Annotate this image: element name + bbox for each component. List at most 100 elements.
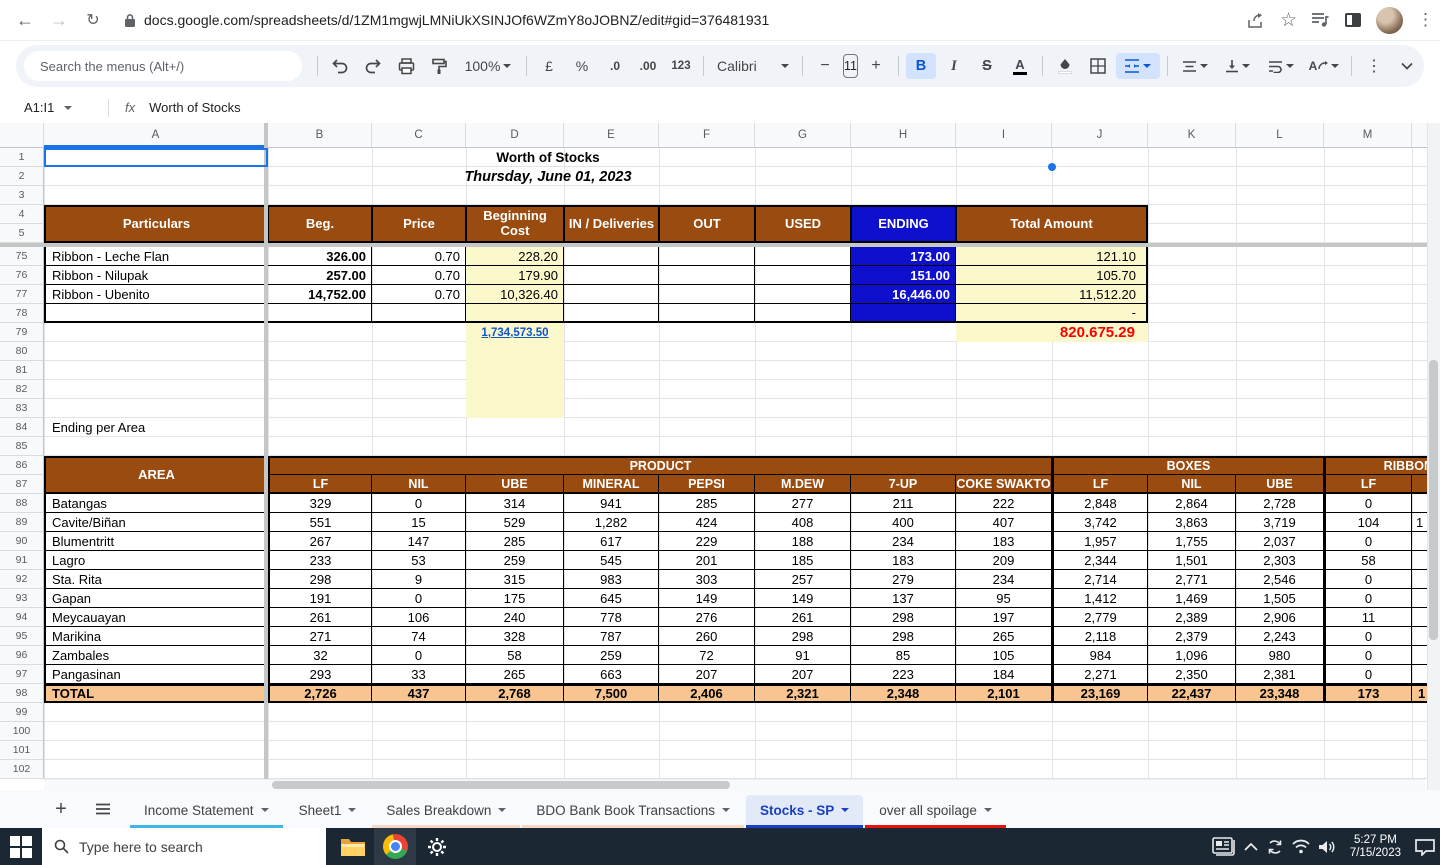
news-widgets-icon[interactable] <box>1212 837 1236 856</box>
cell-I77[interactable]: 11,512.20 <box>956 285 1148 304</box>
cell-B78[interactable] <box>268 304 372 323</box>
cell-A76[interactable]: Ribbon - Nilupak <box>44 266 268 285</box>
cell-r96-c6[interactable]: 91 <box>755 646 851 665</box>
cell-r97-c9[interactable]: 2,271 <box>1052 665 1148 684</box>
sub-header-4-mineral[interactable]: MINERAL <box>564 475 659 494</box>
cell-r90-c10[interactable]: 1,755 <box>1148 532 1236 551</box>
cell-r92-c4[interactable]: 983 <box>564 570 659 589</box>
cell-r91-c12[interactable]: 58 <box>1324 551 1412 570</box>
cell-G75[interactable] <box>755 247 851 266</box>
cell-E76[interactable] <box>564 266 659 285</box>
cell-r89-c9[interactable]: 3,742 <box>1052 513 1148 532</box>
cell-r93-c12[interactable]: 0 <box>1324 589 1412 608</box>
cell-r97-c5[interactable]: 207 <box>659 665 755 684</box>
cell-r95-c8[interactable]: 265 <box>956 627 1052 646</box>
row-header-91[interactable]: 91 <box>0 551 44 570</box>
url-bar[interactable]: docs.google.com/spreadsheets/d/1ZM1mgwjL… <box>124 12 769 28</box>
row-header-96[interactable]: 96 <box>0 646 44 665</box>
row-header-3[interactable]: 3 <box>0 186 44 205</box>
sub-header-10-nil[interactable]: NIL <box>1148 475 1236 494</box>
italic-button[interactable]: I <box>939 53 969 79</box>
cell-r96-c11[interactable]: 980 <box>1236 646 1324 665</box>
cell-r93-c10[interactable]: 1,469 <box>1148 589 1236 608</box>
stock-header-particulars[interactable]: Particulars <box>44 205 268 243</box>
cell-r97-c12[interactable]: 0 <box>1324 665 1412 684</box>
cell-r93-c6[interactable]: 149 <box>755 589 851 608</box>
area-cell-Cavite-Bi-an[interactable]: Cavite/Biñan <box>44 513 268 532</box>
row-header-77[interactable]: 77 <box>0 285 44 304</box>
volume-icon[interactable] <box>1318 839 1337 855</box>
row-header-93[interactable]: 93 <box>0 589 44 608</box>
cell-r97-c3[interactable]: 265 <box>466 665 564 684</box>
cell-r97-c1[interactable]: 293 <box>268 665 372 684</box>
row-header-85[interactable]: 85 <box>0 437 44 456</box>
cell-I76[interactable]: 105.70 <box>956 266 1148 285</box>
cell-E75[interactable] <box>564 247 659 266</box>
cell-D78[interactable] <box>466 304 564 323</box>
fill-color-icon[interactable] <box>1050 53 1080 79</box>
cell-r95-c7[interactable]: 298 <box>851 627 956 646</box>
column-header-L[interactable]: L <box>1236 123 1324 148</box>
row-header-86[interactable]: 86 <box>0 456 44 475</box>
row-header-79[interactable]: 79 <box>0 323 44 342</box>
cell-r95-c6[interactable]: 298 <box>755 627 851 646</box>
cell-r92-c9[interactable]: 2,714 <box>1052 570 1148 589</box>
row-header-101[interactable]: 101 <box>0 741 44 760</box>
action-center-icon[interactable] <box>1414 838 1436 856</box>
cell-r91-c5[interactable]: 201 <box>659 551 755 570</box>
cell-r89-c1[interactable]: 551 <box>268 513 372 532</box>
cell-r90-c12[interactable]: 0 <box>1324 532 1412 551</box>
cell-r89-c3[interactable]: 529 <box>466 513 564 532</box>
redo-icon[interactable] <box>358 53 388 79</box>
cell-r91-c8[interactable]: 209 <box>956 551 1052 570</box>
cell-r91-c2[interactable]: 53 <box>372 551 466 570</box>
cell-r89-c7[interactable]: 400 <box>851 513 956 532</box>
cell-r88-c12[interactable]: 0 <box>1324 494 1412 513</box>
cell-r93-c11[interactable]: 1,505 <box>1236 589 1324 608</box>
total-cell-c3[interactable]: 2,768 <box>466 684 564 703</box>
column-header-J[interactable]: J <box>1052 123 1148 148</box>
area-cell-Zambales[interactable]: Zambales <box>44 646 268 665</box>
cell-r89-c10[interactable]: 3,863 <box>1148 513 1236 532</box>
cell-G76[interactable] <box>755 266 851 285</box>
area-cell-Sta-Rita[interactable]: Sta. Rita <box>44 570 268 589</box>
cell-r89-c12[interactable]: 104 <box>1324 513 1412 532</box>
cell-r95-c5[interactable]: 260 <box>659 627 755 646</box>
cell-r95-c1[interactable]: 271 <box>268 627 372 646</box>
cell-H76[interactable]: 151.00 <box>851 266 956 285</box>
area-corner-header[interactable]: AREA <box>44 456 268 494</box>
cell-r96-c7[interactable]: 85 <box>851 646 956 665</box>
column-header-K[interactable]: K <box>1148 123 1236 148</box>
sub-header-3-ube[interactable]: UBE <box>466 475 564 494</box>
sheet-tab-stocks-sp[interactable]: Stocks - SP <box>746 795 864 829</box>
cell-A75[interactable]: Ribbon - Leche Flan <box>44 247 268 266</box>
cell-r92-c8[interactable]: 234 <box>956 570 1052 589</box>
column-header-D[interactable]: D <box>466 123 564 148</box>
cell-r97-c11[interactable]: 2,381 <box>1236 665 1324 684</box>
area-cell-Batangas[interactable]: Batangas <box>44 494 268 513</box>
cell-r89-c11[interactable]: 3,719 <box>1236 513 1324 532</box>
browser-menu-icon[interactable]: ⋮ <box>1417 10 1434 30</box>
cell-r96-c1[interactable]: 32 <box>268 646 372 665</box>
text-rotation-icon[interactable]: A <box>1304 53 1344 79</box>
cell-r91-c7[interactable]: 183 <box>851 551 956 570</box>
column-header-H[interactable]: H <box>851 123 956 148</box>
group-header-ribbons[interactable]: RIBBONS <box>1324 456 1440 475</box>
file-explorer-icon[interactable] <box>332 828 374 865</box>
cell-C77[interactable]: 0.70 <box>372 285 466 304</box>
sheet-tab-income-statement[interactable]: Income Statement <box>130 795 283 829</box>
column-header-M[interactable]: M <box>1324 123 1412 148</box>
taskbar-search-input[interactable]: Type here to search <box>42 828 326 865</box>
h-scrollbar-thumb[interactable] <box>272 781 730 789</box>
stock-header-price[interactable]: Price <box>372 205 466 243</box>
format-currency-icon[interactable]: £ <box>534 53 564 79</box>
total-row-label[interactable]: TOTAL <box>44 684 268 703</box>
sheet-tab-menu-icon[interactable] <box>722 808 731 812</box>
decrease-decimal-icon[interactable]: .0 <box>600 53 630 79</box>
sheet-tab-menu-icon[interactable] <box>348 808 357 812</box>
sub-header-1-lf[interactable]: LF <box>268 475 372 494</box>
frozen-column-divider[interactable] <box>264 123 268 779</box>
cell-I75[interactable]: 121.10 <box>956 247 1148 266</box>
cell-r91-c6[interactable]: 185 <box>755 551 851 570</box>
row-header-94[interactable]: 94 <box>0 608 44 627</box>
